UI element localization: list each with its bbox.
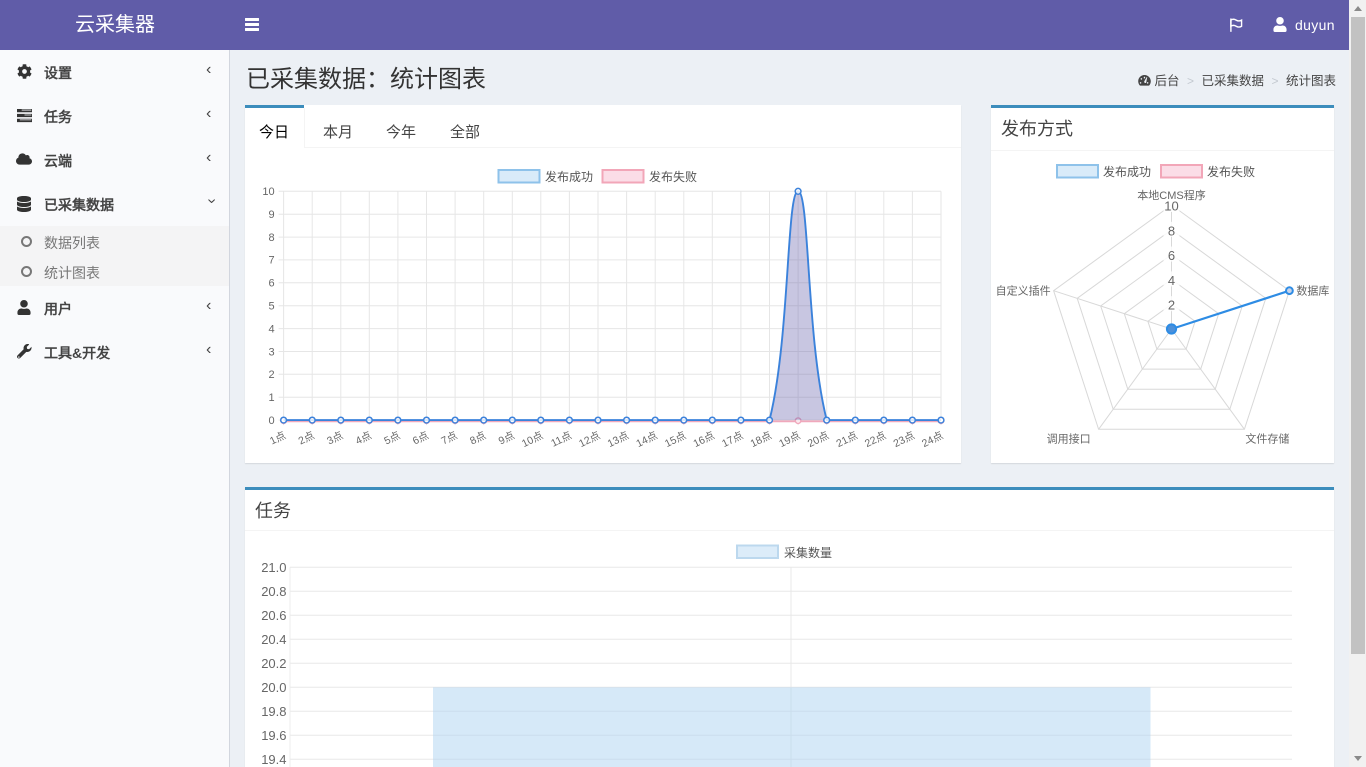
svg-text:4点: 4点 bbox=[354, 430, 374, 448]
svg-text:24点: 24点 bbox=[920, 430, 945, 451]
svg-text:12点: 12点 bbox=[577, 430, 602, 451]
svg-text:9: 9 bbox=[268, 209, 274, 221]
svg-text:发布成功: 发布成功 bbox=[1103, 164, 1151, 179]
svg-text:8: 8 bbox=[1168, 223, 1175, 238]
svg-text:14点: 14点 bbox=[634, 430, 659, 451]
svg-text:10: 10 bbox=[262, 186, 274, 198]
svg-text:6: 6 bbox=[1168, 248, 1175, 263]
svg-text:1: 1 bbox=[268, 392, 274, 404]
svg-text:2: 2 bbox=[268, 369, 274, 381]
svg-text:18点: 18点 bbox=[749, 430, 774, 451]
svg-text:4: 4 bbox=[268, 323, 274, 335]
svg-text:8: 8 bbox=[268, 232, 274, 244]
svg-text:13点: 13点 bbox=[606, 430, 631, 451]
svg-text:20点: 20点 bbox=[806, 430, 831, 451]
svg-text:7: 7 bbox=[268, 255, 274, 267]
svg-text:1点: 1点 bbox=[268, 430, 288, 448]
svg-text:采集数量: 采集数量 bbox=[784, 545, 832, 560]
svg-text:6: 6 bbox=[268, 278, 274, 290]
svg-text:20.0: 20.0 bbox=[261, 680, 286, 695]
svg-text:11点: 11点 bbox=[549, 430, 574, 450]
svg-text:20.4: 20.4 bbox=[261, 632, 286, 647]
svg-text:7点: 7点 bbox=[439, 430, 459, 448]
svg-text:20.8: 20.8 bbox=[261, 584, 286, 599]
svg-text:自定义插件: 自定义插件 bbox=[996, 284, 1051, 298]
svg-text:17点: 17点 bbox=[720, 430, 745, 451]
svg-text:9点: 9点 bbox=[497, 430, 517, 448]
svg-text:发布失败: 发布失败 bbox=[1207, 164, 1255, 179]
svg-text:发布成功: 发布成功 bbox=[545, 169, 593, 184]
svg-text:6点: 6点 bbox=[411, 430, 431, 448]
svg-text:0: 0 bbox=[268, 415, 274, 427]
svg-text:19点: 19点 bbox=[777, 430, 802, 451]
svg-text:发布失败: 发布失败 bbox=[649, 169, 697, 184]
svg-text:20.2: 20.2 bbox=[261, 656, 286, 671]
svg-text:本地CMS程序: 本地CMS程序 bbox=[1137, 188, 1205, 202]
svg-text:5: 5 bbox=[268, 301, 274, 313]
svg-text:15点: 15点 bbox=[663, 430, 688, 451]
svg-text:5点: 5点 bbox=[382, 430, 402, 448]
svg-text:2点: 2点 bbox=[297, 430, 317, 448]
svg-text:19.8: 19.8 bbox=[261, 704, 286, 719]
svg-text:16点: 16点 bbox=[691, 430, 716, 451]
svg-text:21.0: 21.0 bbox=[261, 560, 286, 575]
svg-text:22点: 22点 bbox=[863, 430, 888, 451]
svg-text:2: 2 bbox=[1168, 298, 1175, 313]
svg-text:23点: 23点 bbox=[892, 430, 917, 451]
svg-text:20.6: 20.6 bbox=[261, 608, 286, 623]
svg-text:3: 3 bbox=[268, 346, 274, 358]
svg-text:19.4: 19.4 bbox=[261, 752, 286, 767]
svg-text:文件存储: 文件存储 bbox=[1245, 431, 1289, 445]
svg-text:19.6: 19.6 bbox=[261, 728, 286, 743]
svg-text:21点: 21点 bbox=[834, 430, 859, 451]
svg-text:4: 4 bbox=[1168, 273, 1175, 288]
svg-text:10点: 10点 bbox=[520, 430, 545, 451]
svg-text:数据库: 数据库 bbox=[1296, 284, 1329, 298]
svg-text:3点: 3点 bbox=[325, 430, 345, 448]
svg-text:8点: 8点 bbox=[468, 430, 488, 448]
svg-text:调用接口: 调用接口 bbox=[1047, 432, 1091, 445]
